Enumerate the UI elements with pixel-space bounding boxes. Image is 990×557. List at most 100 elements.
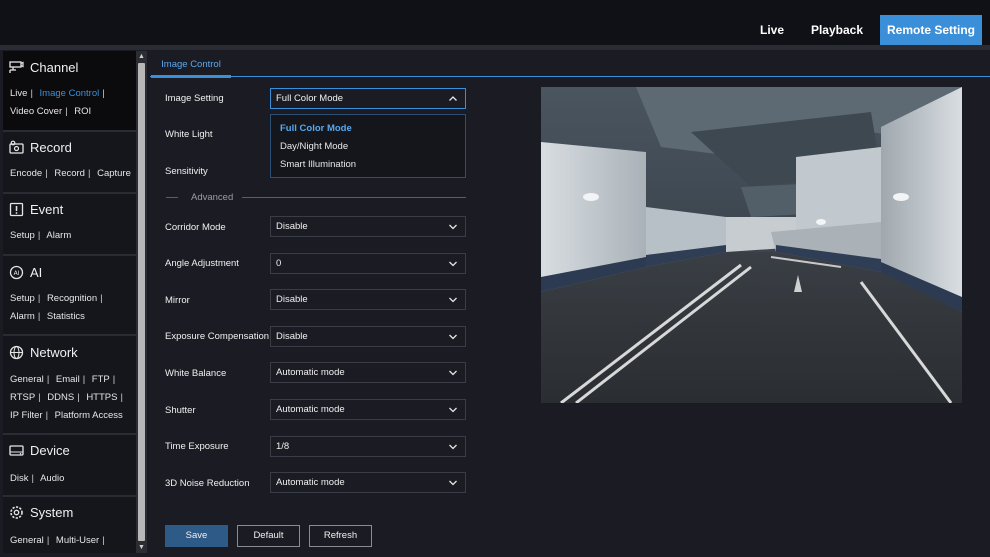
sidebar-links-event: Setup | Alarm — [10, 230, 72, 241]
chevron-down-icon — [448, 437, 458, 456]
sidebar-link-email[interactable]: Email — [56, 374, 80, 385]
corridor-mode-select[interactable]: Disable — [270, 216, 466, 237]
noise-reduction-label: 3D Noise Reduction — [165, 478, 250, 489]
sidebar-link-platform-access[interactable]: Platform Access — [55, 410, 123, 421]
white-balance-label: White Balance — [165, 368, 227, 379]
sidebar-head-event[interactable]: Event — [9, 202, 63, 217]
sidebar-section-device: Device Disk | Audio — [3, 435, 136, 497]
shutter-label: Shutter — [165, 405, 196, 416]
sidebar-link-video-cover[interactable]: Video Cover — [10, 106, 62, 117]
chevron-down-icon — [448, 327, 458, 346]
default-button[interactable]: Default — [237, 525, 300, 547]
sidebar-links-record: Encode | Record | Capture — [10, 168, 131, 179]
disk-icon — [9, 443, 24, 458]
sidebar-link-event-setup[interactable]: Setup — [10, 230, 35, 241]
sidebar-link-image-control[interactable]: Image Control — [40, 88, 100, 99]
sidebar-link-ftp[interactable]: FTP — [92, 374, 110, 385]
chevron-down-icon — [448, 473, 458, 492]
refresh-button[interactable]: Refresh — [309, 525, 372, 547]
image-setting-value: Full Color Mode — [276, 93, 344, 104]
sidebar-links-ai: Setup | Recognition | Alarm | Statistics — [10, 293, 103, 322]
sidebar-head-record[interactable]: Record — [9, 140, 72, 155]
sidebar-head-system[interactable]: System — [9, 505, 73, 520]
nav-remote-setting-button[interactable]: Remote Setting — [880, 15, 982, 45]
sidebar-links-network: General | Email | FTP | RTSP | DDNS | HTTPS | … — [10, 374, 123, 421]
sidebar-link-https[interactable]: HTTPS — [86, 392, 117, 403]
sidebar-title-event: Event — [30, 202, 64, 217]
image-setting-select[interactable]: Full Color Mode — [270, 88, 466, 109]
dropdown-option-smart-illumination[interactable]: Smart Illumination — [280, 159, 356, 170]
exposure-compensation-value: Disable — [276, 331, 308, 342]
advanced-divider-left — [166, 197, 178, 198]
sidebar-link-multi-user[interactable]: Multi-User — [56, 535, 99, 546]
sidebar-head-ai[interactable]: AI AI — [9, 265, 42, 280]
white-light-label: White Light — [165, 129, 213, 140]
scroll-down-arrow-icon[interactable]: ▼ — [137, 543, 146, 552]
nav-playback-button[interactable]: Playback — [806, 15, 868, 45]
sidebar-section-network: Network General | Email | FTP | RTSP | DDNS |… — [3, 336, 136, 435]
tab-divider — [150, 76, 990, 77]
sidebar-link-live[interactable]: Live — [10, 88, 27, 99]
camera-preview — [541, 87, 962, 403]
chevron-down-icon — [448, 400, 458, 419]
white-balance-value: Automatic mode — [276, 367, 345, 378]
time-exposure-select[interactable]: 1/8 — [270, 436, 466, 457]
shutter-select[interactable]: Automatic mode — [270, 399, 466, 420]
chevron-up-icon — [448, 89, 458, 108]
image-setting-dropdown: Full Color Mode Day/Night Mode Smart Ill… — [270, 114, 466, 178]
noise-reduction-select[interactable]: Automatic mode — [270, 472, 466, 493]
sidebar: Channel Live | Image Control | Video Cover… — [3, 51, 136, 553]
sidebar-link-capture[interactable]: Capture — [97, 168, 131, 179]
white-balance-select[interactable]: Automatic mode — [270, 362, 466, 383]
nav-live-button[interactable]: Live — [745, 15, 799, 45]
header-divider — [0, 45, 990, 50]
advanced-heading: Advanced — [191, 192, 234, 203]
sidebar-link-ip-filter[interactable]: IP Filter — [10, 410, 43, 421]
scroll-up-arrow-icon[interactable]: ▲ — [137, 52, 146, 61]
sidebar-section-system: System General | Multi-User | — [3, 497, 136, 553]
chevron-down-icon — [448, 363, 458, 382]
sidebar-link-audio[interactable]: Audio — [40, 473, 64, 484]
angle-adjustment-select[interactable]: 0 — [270, 253, 466, 274]
time-exposure-label: Time Exposure — [165, 441, 229, 452]
sidebar-link-system-general[interactable]: General — [10, 535, 44, 546]
angle-adjustment-value: 0 — [276, 258, 282, 269]
dropdown-option-day-night[interactable]: Day/Night Mode — [280, 141, 348, 152]
tab-active-indicator — [151, 75, 231, 78]
globe-icon — [9, 345, 24, 360]
sidebar-title-channel: Channel — [30, 60, 79, 75]
save-button[interactable]: Save — [165, 525, 228, 547]
camera-icon — [9, 60, 24, 75]
sidebar-link-ddns[interactable]: DDNS — [47, 392, 74, 403]
sidebar-head-network[interactable]: Network — [9, 345, 78, 360]
sidebar-links-device: Disk | Audio — [10, 473, 65, 484]
mirror-select[interactable]: Disable — [270, 289, 466, 310]
sidebar-head-device[interactable]: Device — [9, 443, 70, 458]
sidebar-head-channel[interactable]: Channel — [9, 60, 78, 75]
sidebar-link-recognition[interactable]: Recognition — [47, 293, 97, 304]
sidebar-link-disk[interactable]: Disk — [10, 473, 28, 484]
sidebar-link-record[interactable]: Record — [54, 168, 85, 179]
sidebar-link-rtsp[interactable]: RTSP — [10, 392, 35, 403]
sidebar-section-channel: Channel Live | Image Control | Video Cover… — [3, 51, 136, 132]
chevron-down-icon — [448, 254, 458, 273]
scrollbar-thumb[interactable] — [138, 63, 145, 541]
svg-text:AI: AI — [14, 270, 20, 277]
ai-icon: AI — [9, 265, 24, 280]
sidebar-link-ai-alarm[interactable]: Alarm — [10, 311, 35, 322]
sidebar-scrollbar[interactable]: ▲ ▼ — [136, 51, 147, 553]
exposure-compensation-select[interactable]: Disable — [270, 326, 466, 347]
image-setting-label: Image Setting — [165, 93, 224, 104]
sidebar-link-statistics[interactable]: Statistics — [47, 311, 85, 322]
dropdown-option-full-color[interactable]: Full Color Mode — [280, 123, 352, 134]
gear-icon — [9, 505, 24, 520]
sidebar-link-network-general[interactable]: General — [10, 374, 44, 385]
noise-reduction-value: Automatic mode — [276, 477, 345, 488]
sidebar-link-event-alarm[interactable]: Alarm — [46, 230, 71, 241]
record-icon — [9, 140, 24, 155]
sidebar-link-roi[interactable]: ROI — [74, 106, 91, 117]
sidebar-links-channel: Live | Image Control | Video Cover | ROI — [10, 88, 105, 117]
sidebar-link-encode[interactable]: Encode — [10, 168, 42, 179]
sidebar-link-ai-setup[interactable]: Setup — [10, 293, 35, 304]
time-exposure-value: 1/8 — [276, 441, 290, 452]
